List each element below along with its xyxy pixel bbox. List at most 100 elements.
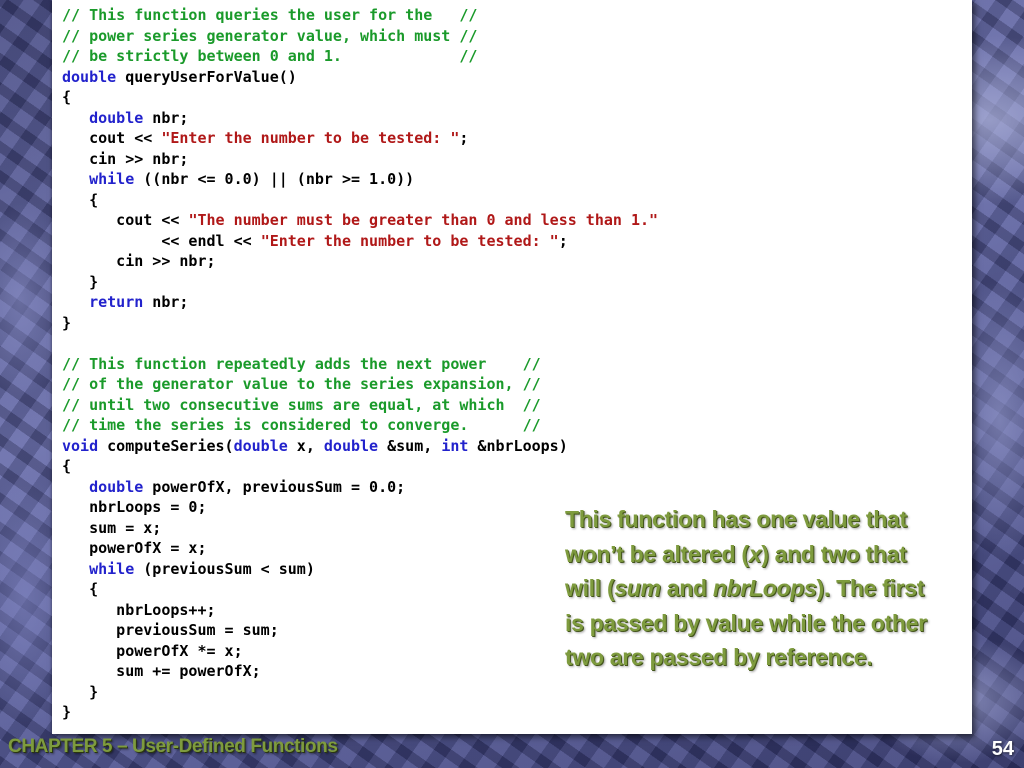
code-token-plain: cout << bbox=[62, 129, 162, 147]
code-token-plain: powerOfX, previousSum = 0.0; bbox=[143, 477, 406, 496]
callout-text: and bbox=[660, 575, 713, 601]
code-token-comment: // of the generator value to the series … bbox=[62, 375, 541, 393]
code-token-string: "The number must be greater than 0 and l… bbox=[188, 211, 659, 229]
callout-line-4: is passed by value while the other bbox=[565, 609, 927, 636]
code-token-plain: } bbox=[62, 272, 99, 291]
callout-text: will ( bbox=[565, 575, 615, 601]
code-token-keyword: double bbox=[323, 436, 379, 455]
code-token-plain: { bbox=[62, 88, 72, 106]
code-token-plain: &sum, bbox=[378, 436, 442, 455]
code-line: { bbox=[62, 456, 658, 477]
code-token-plain: previousSum = sum; bbox=[62, 621, 279, 639]
code-token-keyword: double bbox=[89, 477, 144, 496]
code-line: } bbox=[62, 272, 658, 293]
code-token-keyword: double bbox=[233, 436, 288, 455]
callout-line-2: won’t be altered (x) and two that bbox=[565, 537, 995, 572]
code-token-comment: // be strictly between 0 and 1. // bbox=[62, 47, 478, 65]
code-token-keyword: while bbox=[89, 170, 135, 188]
code-line: cin >> nbr; bbox=[62, 149, 658, 170]
code-token-comment: // time the series is considered to conv… bbox=[62, 416, 541, 434]
code-token-plain: } bbox=[62, 703, 72, 721]
callout-param-sum: sum bbox=[614, 575, 661, 601]
code-token-plain: (previousSum < sum) bbox=[134, 559, 315, 578]
callout-text: won’t be altered ( bbox=[565, 540, 749, 567]
code-token-keyword: double bbox=[89, 108, 144, 127]
code-line: // until two consecutive sums are equal,… bbox=[62, 395, 658, 416]
code-token-plain: sum += powerOfX; bbox=[62, 662, 261, 680]
code-token-plain: cout << bbox=[62, 211, 189, 229]
code-token-comment: // This function repeatedly adds the nex… bbox=[62, 354, 541, 373]
callout-note: This function has one value that won’t b… bbox=[565, 502, 995, 675]
code-token-plain: sum = x; bbox=[62, 518, 162, 537]
code-token-plain: queryUserForValue() bbox=[116, 67, 297, 86]
code-token-comment: // This function queries the user for th… bbox=[62, 6, 478, 24]
callout-text: ) and two that bbox=[761, 540, 907, 567]
code-token-plain: ; bbox=[558, 231, 568, 250]
code-line: // power series generator value, which m… bbox=[62, 26, 658, 47]
code-line: } bbox=[62, 702, 658, 723]
code-token-plain: { bbox=[62, 580, 99, 598]
callout-line-5: two are passed by reference. bbox=[565, 644, 873, 670]
callout-text: ). The first bbox=[816, 575, 925, 601]
code-token-keyword: int bbox=[441, 436, 469, 455]
code-line: double powerOfX, previousSum = 0.0; bbox=[62, 477, 658, 498]
callout-line-1: This function has one value that bbox=[565, 506, 907, 532]
code-line: // This function queries the user for th… bbox=[62, 5, 658, 26]
code-token-comment: // until two consecutive sums are equal,… bbox=[62, 395, 541, 414]
chapter-title: CHAPTER 5 – User-Defined Functions bbox=[8, 736, 338, 757]
code-line: void computeSeries(double x, double &sum… bbox=[62, 436, 658, 457]
code-token-plain: &nbrLoops) bbox=[468, 436, 568, 455]
code-token-plain: nbrLoops++; bbox=[62, 600, 216, 619]
code-line: // of the generator value to the series … bbox=[62, 374, 658, 395]
code-line: cin >> nbr; bbox=[62, 251, 658, 272]
code-token-plain: cin >> nbr; bbox=[62, 252, 216, 270]
code-token-plain: ((nbr <= 0.0) || (nbr >= 1.0)) bbox=[134, 170, 415, 188]
code-line: // This function repeatedly adds the nex… bbox=[62, 354, 658, 375]
code-line: { bbox=[62, 190, 658, 211]
code-line: // time the series is considered to conv… bbox=[62, 415, 658, 436]
callout-param-nbrloops: nbrLoops bbox=[712, 575, 817, 601]
code-token-keyword: while bbox=[89, 559, 135, 578]
code-token-plain: powerOfX = x; bbox=[62, 539, 207, 557]
code-line: while ((nbr <= 0.0) || (nbr >= 1.0)) bbox=[62, 169, 658, 190]
code-token-keyword: return bbox=[89, 293, 144, 311]
code-line: return nbr; bbox=[62, 292, 658, 313]
code-token-plain: nbr; bbox=[143, 293, 189, 311]
code-token-plain: cin >> nbr; bbox=[62, 149, 189, 168]
code-token-string: "Enter the number to be tested: " bbox=[161, 129, 460, 147]
code-token-keyword: double bbox=[62, 67, 117, 86]
code-line: } bbox=[62, 682, 658, 703]
code-line: cout << "The number must be greater than… bbox=[62, 210, 658, 231]
code-token-plain: nbr; bbox=[143, 108, 189, 127]
code-token-keyword: void bbox=[62, 436, 99, 455]
callout-param-x: x bbox=[748, 540, 762, 567]
code-line: { bbox=[62, 87, 658, 108]
code-line: << endl << "Enter the number to be teste… bbox=[62, 231, 658, 252]
code-line: } bbox=[62, 313, 658, 334]
code-token-plain: { bbox=[62, 190, 99, 209]
code-token-comment: // power series generator value, which m… bbox=[62, 26, 478, 45]
code-token-string: "Enter the number to be tested: " bbox=[260, 231, 559, 250]
code-token-plain: ; bbox=[459, 129, 469, 147]
callout-line-3: will (sum and nbrLoops). The first bbox=[565, 571, 995, 606]
code-token-plain: } bbox=[62, 682, 99, 701]
code-line: cout << "Enter the number to be tested: … bbox=[62, 128, 658, 149]
code-line: double nbr; bbox=[62, 108, 658, 129]
code-token-plain: nbrLoops = 0; bbox=[62, 498, 207, 516]
code-line: double queryUserForValue() bbox=[62, 67, 658, 88]
slide-content-panel: // This function queries the user for th… bbox=[52, 0, 972, 734]
code-token-plain: << endl << bbox=[62, 231, 261, 250]
code-token-plain: x, bbox=[287, 436, 324, 455]
code-token-plain: computeSeries( bbox=[98, 436, 234, 455]
slide-page-number: 54 bbox=[991, 738, 1014, 760]
code-line: // be strictly between 0 and 1. // bbox=[62, 46, 658, 67]
code-token-plain: powerOfX *= x; bbox=[62, 641, 243, 660]
code-token-plain: { bbox=[62, 457, 72, 475]
code-token-plain: } bbox=[62, 313, 72, 332]
